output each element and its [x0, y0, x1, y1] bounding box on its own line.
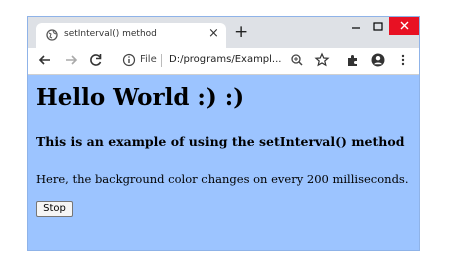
file-label: File [140, 54, 157, 65]
maximize-icon[interactable] [368, 19, 388, 35]
page-description: Here, the background color changes on ev… [36, 172, 409, 186]
new-tab-button[interactable]: + [234, 24, 248, 41]
window-close-button[interactable] [389, 17, 419, 35]
info-icon[interactable] [120, 51, 138, 69]
address-separator [161, 54, 162, 67]
puzzle-icon[interactable] [344, 51, 362, 69]
page-subheading: This is an example of using the setInter… [36, 134, 405, 149]
back-arrow-icon[interactable] [36, 51, 54, 69]
page-heading: Hello World :) :) [36, 84, 245, 111]
browser-toolbar: File D:/programs/Exampl... [28, 48, 419, 75]
browser-window: setInterval() method × + File D:/program… [27, 16, 420, 251]
forward-arrow-icon[interactable] [62, 51, 80, 69]
tab-close-icon[interactable]: × [208, 26, 219, 41]
zoom-icon[interactable] [288, 51, 306, 69]
kebab-menu-icon[interactable] [394, 51, 412, 69]
page-content: Hello World :) :) This is an example of … [28, 75, 419, 250]
title-bar: setInterval() method × + [28, 17, 419, 48]
close-icon [400, 21, 409, 30]
address-bar-url[interactable]: D:/programs/Exampl... [169, 54, 281, 65]
stop-button[interactable]: Stop [36, 201, 73, 217]
reload-icon[interactable] [87, 51, 105, 69]
minimize-icon[interactable] [346, 19, 366, 35]
globe-icon [46, 29, 58, 41]
profile-icon[interactable] [369, 51, 387, 69]
tab-setinterval[interactable]: setInterval() method × [36, 23, 226, 48]
tab-title: setInterval() method [64, 29, 157, 39]
star-icon[interactable] [313, 51, 331, 69]
